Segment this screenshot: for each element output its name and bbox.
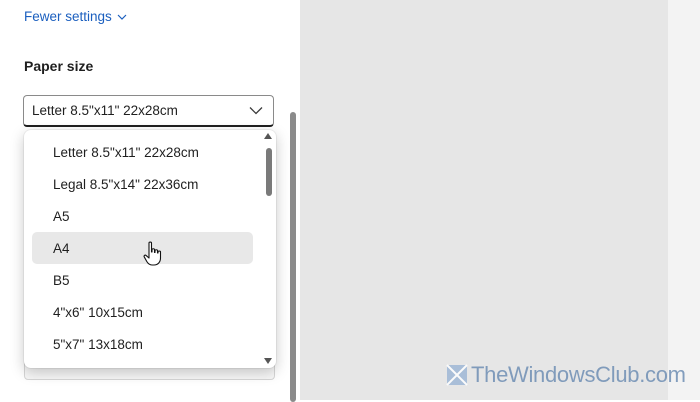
option-legal[interactable]: Legal 8.5"x14" 22x36cm	[32, 168, 253, 200]
paper-size-select[interactable]: Letter 8.5"x11" 22x28cm	[23, 95, 274, 127]
chevron-down-icon	[249, 107, 263, 115]
fewer-settings-link[interactable]: Fewer settings	[24, 9, 127, 24]
option-4x6[interactable]: 4"x6" 10x15cm	[32, 296, 253, 328]
watermark-text: TheWindowsClub.com	[471, 362, 686, 387]
option-b5[interactable]: B5	[32, 264, 253, 296]
dropdown-scroll-thumb[interactable]	[266, 148, 272, 196]
paper-size-label: Paper size	[24, 58, 94, 74]
site-watermark: TheWindowsClub.com	[446, 362, 686, 388]
print-preview-area	[300, 0, 668, 400]
option-letter[interactable]: Letter 8.5"x11" 22x28cm	[32, 136, 253, 168]
settings-scrollbar[interactable]	[290, 112, 296, 402]
option-5x7[interactable]: 5"x7" 13x18cm	[32, 328, 253, 360]
fewer-settings-label: Fewer settings	[24, 9, 112, 24]
right-edge-panel	[668, 0, 700, 400]
scroll-down-arrow-icon[interactable]	[264, 358, 272, 364]
windows-club-logo-icon	[446, 364, 468, 386]
scroll-up-arrow-icon[interactable]	[264, 133, 272, 139]
hand-pointer-icon	[143, 241, 162, 266]
paper-size-selected-value: Letter 8.5"x11" 22x28cm	[32, 103, 178, 118]
option-a5[interactable]: A5	[32, 200, 253, 232]
chevron-up-icon	[117, 14, 127, 20]
